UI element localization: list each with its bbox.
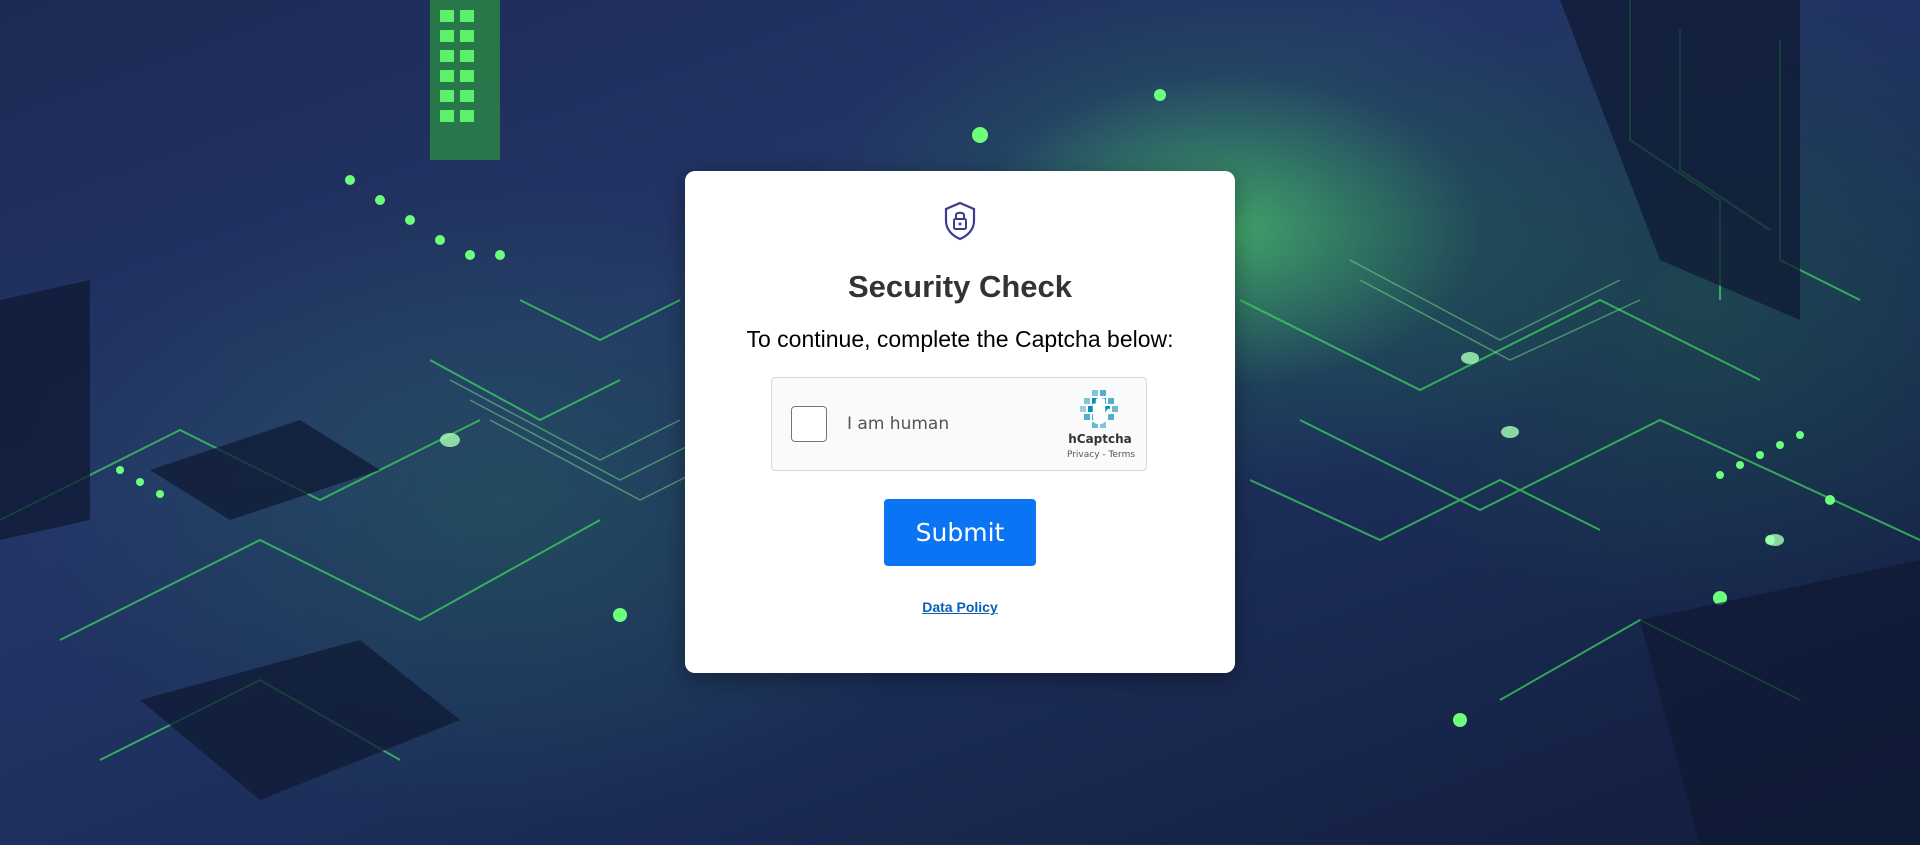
hcaptcha-brand: hCaptcha <box>1068 432 1132 446</box>
instruction-text: To continue, complete the Captcha below: <box>746 326 1174 352</box>
data-policy-link[interactable]: Data Policy <box>685 599 1235 615</box>
page-title: Security Check <box>848 269 1072 304</box>
captcha-privacy-link[interactable]: Privacy <box>1067 450 1100 460</box>
captcha-links: Privacy - Terms <box>1054 450 1148 460</box>
captcha-checkbox-label[interactable]: I am human <box>847 414 949 434</box>
hcaptcha-hand-icon <box>1080 390 1118 428</box>
hcaptcha-widget: I am human hCaptcha Privacy - Terms <box>771 377 1147 471</box>
captcha-terms-link[interactable]: Terms <box>1109 450 1136 460</box>
captcha-links-separator: - <box>1099 450 1109 460</box>
submit-button[interactable]: Submit <box>884 499 1036 566</box>
security-check-card: Security Check To continue, complete the… <box>685 171 1235 673</box>
shield-lock-icon <box>944 201 976 241</box>
captcha-checkbox[interactable] <box>791 406 827 442</box>
